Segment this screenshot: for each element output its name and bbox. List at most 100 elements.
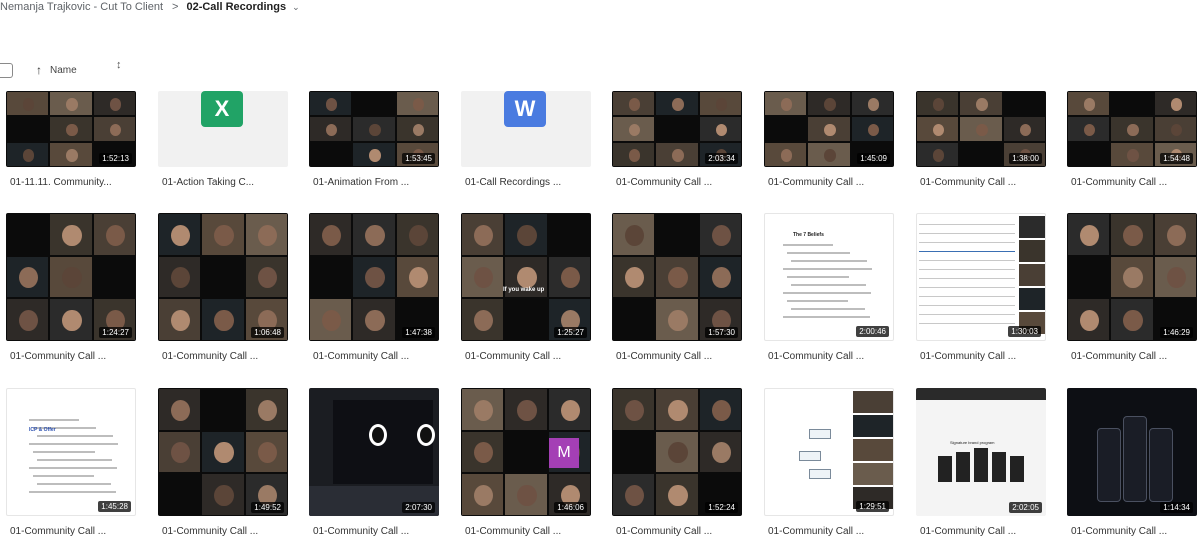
breadcrumb-parent[interactable]: Nemanja Trajkovic - Cut To Client: [0, 1, 163, 13]
file-name[interactable]: 01-Action Taking C...: [162, 177, 254, 188]
file-tile[interactable]: 1:14:34 01-Community Call ...: [1067, 388, 1197, 542]
file-thumbnail[interactable]: 1:49:52: [158, 388, 288, 516]
participant-face: [408, 224, 428, 246]
file-thumbnail[interactable]: 1:24:27: [6, 213, 136, 341]
participant-face: [517, 267, 537, 289]
file-name[interactable]: 01-Community Call ...: [1071, 526, 1167, 537]
file-thumbnail[interactable]: The 7 Beliefs 2:00:46: [764, 213, 894, 341]
participant-face: [474, 309, 494, 332]
file-name[interactable]: 01-Community Call ...: [1071, 177, 1167, 188]
file-name[interactable]: 01-Community Call ...: [920, 526, 1016, 537]
file-tile[interactable]: 2:07:30 01-Community Call ...: [309, 388, 439, 542]
file-tile[interactable]: W 01-Call Recordings ...: [461, 91, 591, 193]
participant-face: [365, 267, 385, 289]
file-tile[interactable]: 1:38:00 01-Community Call ...: [916, 91, 1046, 193]
chevron-down-icon[interactable]: ⌄: [292, 2, 300, 13]
file-tile[interactable]: 1:46:29 01-Community Call ...: [1067, 213, 1197, 367]
file-tile[interactable]: 1:30:03 01-Community Call ...: [916, 213, 1046, 367]
file-tile[interactable]: 1:53:45 01-Animation From ...: [309, 91, 439, 193]
participant-face: [257, 267, 277, 289]
file-name[interactable]: 01-Community Call ...: [465, 351, 561, 362]
file-thumbnail[interactable]: ICP & Offer 1:45:28: [6, 388, 136, 516]
file-tile[interactable]: 1:29:51 01-Community Call ...: [764, 388, 894, 542]
sort-toggle-icon[interactable]: ↕: [116, 60, 122, 71]
video-duration-badge: 1:52:13: [99, 153, 132, 164]
video-duration-badge: 1:49:52: [251, 502, 284, 513]
file-name[interactable]: 01-Animation From ...: [313, 177, 409, 188]
video-participant-tile: [613, 474, 655, 515]
participant-face: [257, 399, 277, 421]
file-tile[interactable]: 1:49:52 01-Community Call ...: [158, 388, 288, 542]
file-thumbnail[interactable]: 1:38:00: [916, 91, 1046, 167]
file-tile[interactable]: ICP & Offer 1:45:28 01-Community Call ...: [6, 388, 136, 542]
video-participant-tile: [93, 117, 135, 141]
file-tile[interactable]: 1:06:48 01-Community Call ...: [158, 213, 288, 367]
participant-face: [1127, 148, 1139, 162]
sort-by-name-header[interactable]: ↑ Name: [36, 63, 77, 77]
file-tile[interactable]: M 1:46:06 01-Community Call ...: [461, 388, 591, 542]
file-thumbnail[interactable]: X: [158, 91, 288, 167]
file-tile[interactable]: 1:54:48 01-Community Call ...: [1067, 91, 1197, 193]
file-tile[interactable]: 1:52:24 01-Community Call ...: [612, 388, 742, 542]
file-thumbnail[interactable]: W: [461, 91, 591, 167]
file-thumbnail[interactable]: 1:47:38: [309, 213, 439, 341]
file-name[interactable]: 01-11.11. Community...: [10, 177, 112, 188]
spreadsheet-row: [919, 260, 1015, 261]
file-thumbnail[interactable]: 1:57:30: [612, 213, 742, 341]
eye-shape: [369, 424, 387, 446]
file-name[interactable]: 01-Community Call ...: [616, 177, 712, 188]
file-tile[interactable]: 1:45:09 01-Community Call ...: [764, 91, 894, 193]
phone-mockup: [1123, 416, 1147, 502]
file-name[interactable]: 01-Community Call ...: [768, 526, 864, 537]
file-name[interactable]: 01-Community Call ...: [162, 526, 258, 537]
participant-face: [517, 484, 537, 507]
file-tile[interactable]: 2:03:34 01-Community Call ...: [612, 91, 742, 193]
file-name[interactable]: 01-Community Call ...: [465, 526, 561, 537]
file-tile[interactable]: X 01-Action Taking C...: [158, 91, 288, 193]
file-tile[interactable]: 1:57:30 01-Community Call ...: [612, 213, 742, 367]
breadcrumb-current[interactable]: 02-Call Recordings: [186, 1, 286, 13]
participant-face: [412, 123, 424, 137]
file-thumbnail[interactable]: 1:45:09: [764, 91, 894, 167]
file-tile[interactable]: If you wake up 1:25:27 01-Community Call .…: [461, 213, 591, 367]
file-name[interactable]: 01-Community Call ...: [10, 526, 106, 537]
file-name[interactable]: 01-Community Call ...: [920, 351, 1016, 362]
file-thumbnail[interactable]: 1:06:48: [158, 213, 288, 341]
video-participant-tile: [310, 92, 352, 116]
document-text-line: [791, 260, 867, 262]
file-name[interactable]: 01-Call Recordings ...: [465, 177, 561, 188]
file-thumbnail[interactable]: 1:29:51: [764, 388, 894, 516]
file-tile[interactable]: 1:24:27 01-Community Call ...: [6, 213, 136, 367]
file-name[interactable]: 01-Community Call ...: [920, 177, 1016, 188]
file-name[interactable]: 01-Community Call ...: [162, 351, 258, 362]
file-name[interactable]: 01-Community Call ...: [1071, 351, 1167, 362]
file-tile[interactable]: Signature brand program 2:02:05 01-Communi…: [916, 388, 1046, 542]
video-participant-tile: [808, 142, 850, 166]
flow-block: [938, 456, 952, 482]
file-thumbnail[interactable]: 1:53:45: [309, 91, 439, 167]
file-tile[interactable]: The 7 Beliefs 2:00:46 01-Community Call ..…: [764, 213, 894, 367]
file-thumbnail[interactable]: 1:46:29: [1067, 213, 1197, 341]
document-text-line: [37, 435, 113, 437]
file-thumbnail[interactable]: Signature brand program 2:02:05: [916, 388, 1046, 516]
file-name[interactable]: 01-Community Call ...: [768, 351, 864, 362]
file-name[interactable]: 01-Community Call ...: [616, 526, 712, 537]
file-tile[interactable]: 1:47:38 01-Community Call ...: [309, 213, 439, 367]
file-name[interactable]: 01-Community Call ...: [313, 351, 409, 362]
file-name[interactable]: 01-Community Call ...: [313, 526, 409, 537]
video-participant-tile: [353, 299, 395, 340]
file-name[interactable]: 01-Community Call ...: [768, 177, 864, 188]
file-tile[interactable]: 1:52:13 01-11.11. Community...: [6, 91, 136, 193]
file-thumbnail[interactable]: M 1:46:06: [461, 388, 591, 516]
file-thumbnail[interactable]: 1:14:34: [1067, 388, 1197, 516]
file-thumbnail[interactable]: 1:30:03: [916, 213, 1046, 341]
file-thumbnail[interactable]: 1:52:24: [612, 388, 742, 516]
file-name[interactable]: 01-Community Call ...: [616, 351, 712, 362]
file-name[interactable]: 01-Community Call ...: [10, 351, 106, 362]
file-thumbnail[interactable]: If you wake up 1:25:27: [461, 213, 591, 341]
select-all-checkbox[interactable]: [0, 63, 13, 78]
file-thumbnail[interactable]: 2:03:34: [612, 91, 742, 167]
file-thumbnail[interactable]: 1:52:13: [6, 91, 136, 167]
file-thumbnail[interactable]: 1:54:48: [1067, 91, 1197, 167]
file-thumbnail[interactable]: 2:07:30: [309, 388, 439, 516]
